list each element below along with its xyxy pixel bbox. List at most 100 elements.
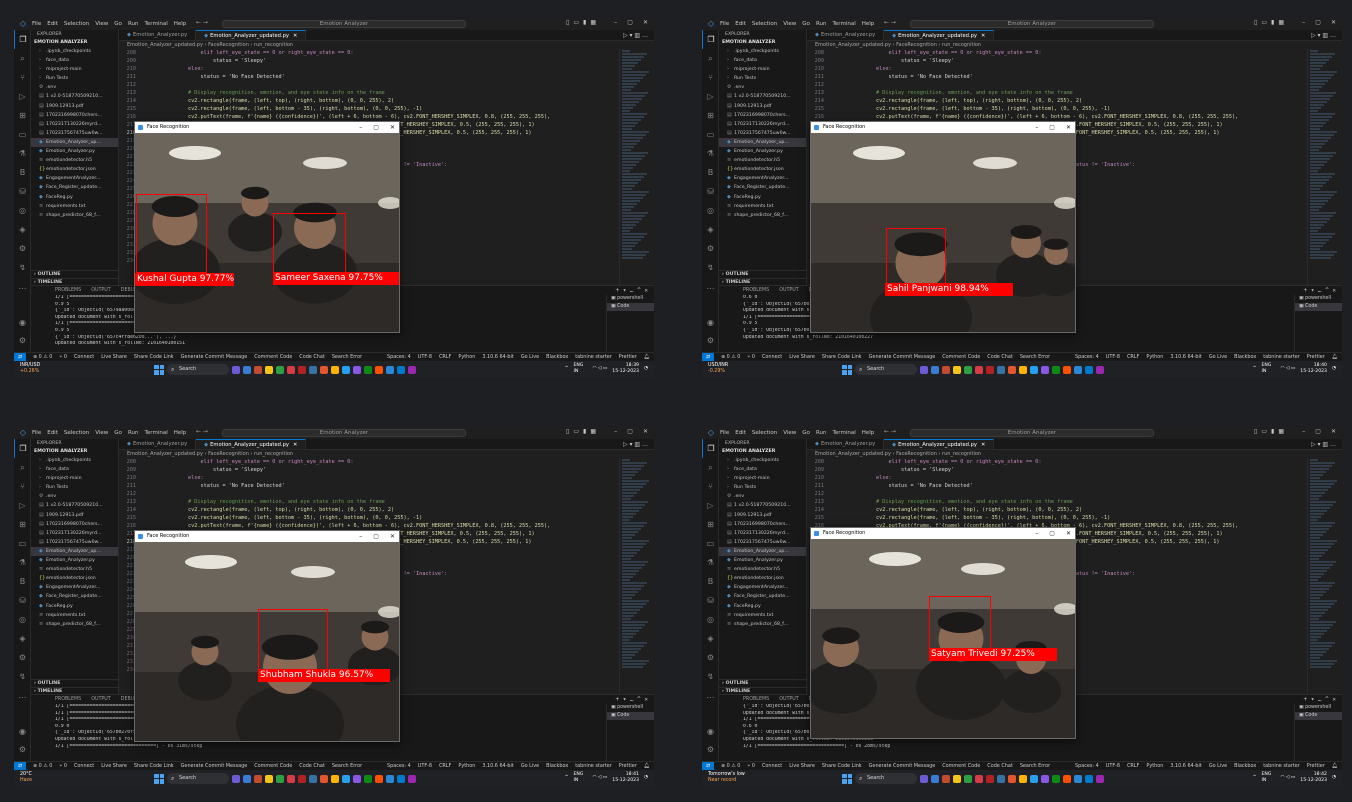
copilot-icon[interactable]: ⚙ [14,239,31,258]
taskbar-app-icon[interactable] [232,774,240,783]
file-tree-item[interactable]: ▤ 1 v2.0-518770509210... [31,501,118,510]
sidebar-section-outline[interactable]: › OUTLINE [31,678,118,688]
layout-toggle-icon[interactable]: ▭ [573,428,579,435]
taskbar-app-icon[interactable] [254,365,262,374]
more-icon[interactable]: … [14,686,31,705]
panel-tab[interactable]: OUTPUT [91,286,111,295]
layout-toggle-icon[interactable]: ▭ [1261,19,1267,26]
taskbar-app-icon[interactable] [1030,774,1038,783]
notifications-bell-icon[interactable]: 🔔︎ [1332,762,1338,770]
panel-tab[interactable]: PROBLEMS [743,286,769,295]
status-prettier[interactable]: Prettier [619,353,637,361]
menu-item[interactable]: Run [816,21,827,27]
file-tree-item[interactable]: ◆ Face_Register_update... [719,592,806,601]
nav-arrows-icon[interactable]: ← → [884,19,896,26]
file-tree-item[interactable]: › .ipynb_checkpoints [719,47,806,56]
taskbar-app-icon[interactable] [320,774,328,783]
status-eol[interactable]: CRLF [1127,353,1139,361]
panel-actions[interactable]: + ▾ … ^ ✕ [615,695,648,704]
taskbar-search[interactable]: Search [855,364,917,375]
menu-item[interactable]: Help [174,21,187,27]
maximize-icon[interactable]: ▢ [627,19,633,26]
command-center[interactable]: Emotion Analyzer [910,20,1154,28]
menu-item[interactable]: Selection [752,21,777,27]
file-tree-item[interactable]: ≡ shape_predictor_68_f... [719,211,806,220]
status-ports[interactable]: ⑂ 0 [59,762,67,770]
file-tree-item[interactable]: › .ipynb_checkpoints [719,456,806,465]
minimap[interactable] [1307,49,1342,285]
status-golive[interactable]: Go Live [521,762,539,770]
taskbar-app-icon[interactable] [1074,774,1082,783]
taskbar-app-icon[interactable] [353,774,361,783]
copilot-icon[interactable]: ⚙ [14,648,31,667]
live-share-icon[interactable]: ↯ [14,258,31,277]
taskbar-app-icon[interactable] [342,365,350,374]
editor-tab[interactable]: ◆ Emotion_Analyzer_updated.py ✕ [884,439,995,449]
status-eol[interactable]: CRLF [1127,762,1139,770]
file-tree-item[interactable]: ▤ 1702317567475uw0w... [31,129,118,138]
minimize-icon[interactable]: – [614,428,617,435]
terminal-instance[interactable]: ▣ Code [1295,303,1342,311]
status-tabnine[interactable]: tabnine starter [1263,762,1300,770]
file-tree-item[interactable]: ◆ Emotion_Analyzer_up... [31,137,118,148]
notifications-bell-icon[interactable]: 🔔︎ [644,762,650,770]
menu-item[interactable]: Go [802,21,810,27]
taskbar-app-icon[interactable] [1008,365,1016,374]
command-center[interactable]: Emotion Analyzer [222,20,466,28]
project-folder[interactable]: EMOTION ANALYZER [31,448,118,456]
file-tree-item[interactable]: › face_data [719,56,806,65]
close-icon[interactable]: ✕ [1331,19,1336,26]
file-tree-item[interactable]: ⚙ .env [719,83,806,92]
taskbar-app-icon[interactable] [986,365,994,374]
file-tree-item[interactable]: ≡ shape_predictor_68_f... [31,211,118,220]
breadcrumb[interactable]: Emotion_Analyzer_updated.py › FaceRecogn… [807,41,1342,49]
status-eol[interactable]: CRLF [439,353,451,361]
taskbar-app-icon[interactable] [942,365,950,374]
file-tree-item[interactable]: ≡ emotiondetector.h5 [719,565,806,574]
maximize-icon[interactable]: ▢ [1049,528,1055,539]
layout-toggle-icon[interactable]: ▦ [1278,428,1284,435]
file-tree-item[interactable]: ◆ FaceReg.py [31,602,118,611]
github-icon[interactable]: ◎ [14,610,31,629]
status-golive[interactable]: Go Live [521,353,539,361]
taskbar-app-icon[interactable] [265,774,273,783]
copilot-icon[interactable]: ⚙ [702,648,719,667]
status-lang[interactable]: Python [1146,762,1163,770]
taskbar-app-icon[interactable] [243,774,251,783]
maximize-icon[interactable]: ▢ [373,531,379,542]
file-tree-item[interactable]: ▤ 1909.12913.pdf [31,511,118,520]
menu-item[interactable]: View [95,21,108,27]
taskbar-app-icon[interactable] [931,365,939,374]
file-tree-item[interactable]: ◆ Emotion_Analyzer_up... [719,137,806,148]
menu-item[interactable]: View [783,430,796,436]
project-folder[interactable]: EMOTION ANALYZER [719,39,806,47]
taskbar-app-icon[interactable] [1041,365,1049,374]
status-encoding[interactable]: UTF-8 [1106,762,1120,770]
minimap[interactable] [619,49,654,285]
close-icon[interactable]: ✕ [643,19,648,26]
live-share-icon[interactable]: ↯ [702,667,719,686]
terminal-instance[interactable]: ▣ Code [1295,712,1342,720]
file-tree-item[interactable]: ◆ EngagementAnalyzer... [31,583,118,592]
clock[interactable]: 18:40 15-12-2023 [1300,363,1327,374]
taskbar-app-icon[interactable] [397,774,405,783]
editor-actions[interactable]: ▷ ▾ ▥ … [623,30,648,41]
file-tree-item[interactable]: ◆ Face_Register_update... [719,183,806,192]
status-commit[interactable]: Generate Commit Message [869,762,936,770]
menu-item[interactable]: Help [174,430,187,436]
close-tab-icon[interactable]: ✕ [293,442,297,448]
minimap[interactable] [1307,458,1342,694]
status-ports[interactable]: ⑂ 0 [59,353,67,361]
close-tab-icon[interactable]: ✕ [981,442,985,448]
file-tree-item[interactable]: ◆ FaceReg.py [31,193,118,202]
layout-toggle-icon[interactable]: ▯ [1254,428,1257,435]
file-tree-item[interactable]: ◆ Emotion_Analyzer_up... [31,546,118,557]
status-blackbox[interactable]: Blackbox [546,762,568,770]
menu-item[interactable]: Run [816,430,827,436]
close-icon[interactable]: ✕ [1066,122,1071,133]
breadcrumb[interactable]: Emotion_Analyzer_updated.py › FaceRecogn… [119,450,654,458]
status-prettier[interactable]: Prettier [1307,762,1325,770]
menu-item[interactable]: Go [114,430,122,436]
file-tree-item[interactable]: ▤ 1702317130226myrd... [31,120,118,129]
status-version[interactable]: 3.10.6 64-bit [1170,762,1201,770]
